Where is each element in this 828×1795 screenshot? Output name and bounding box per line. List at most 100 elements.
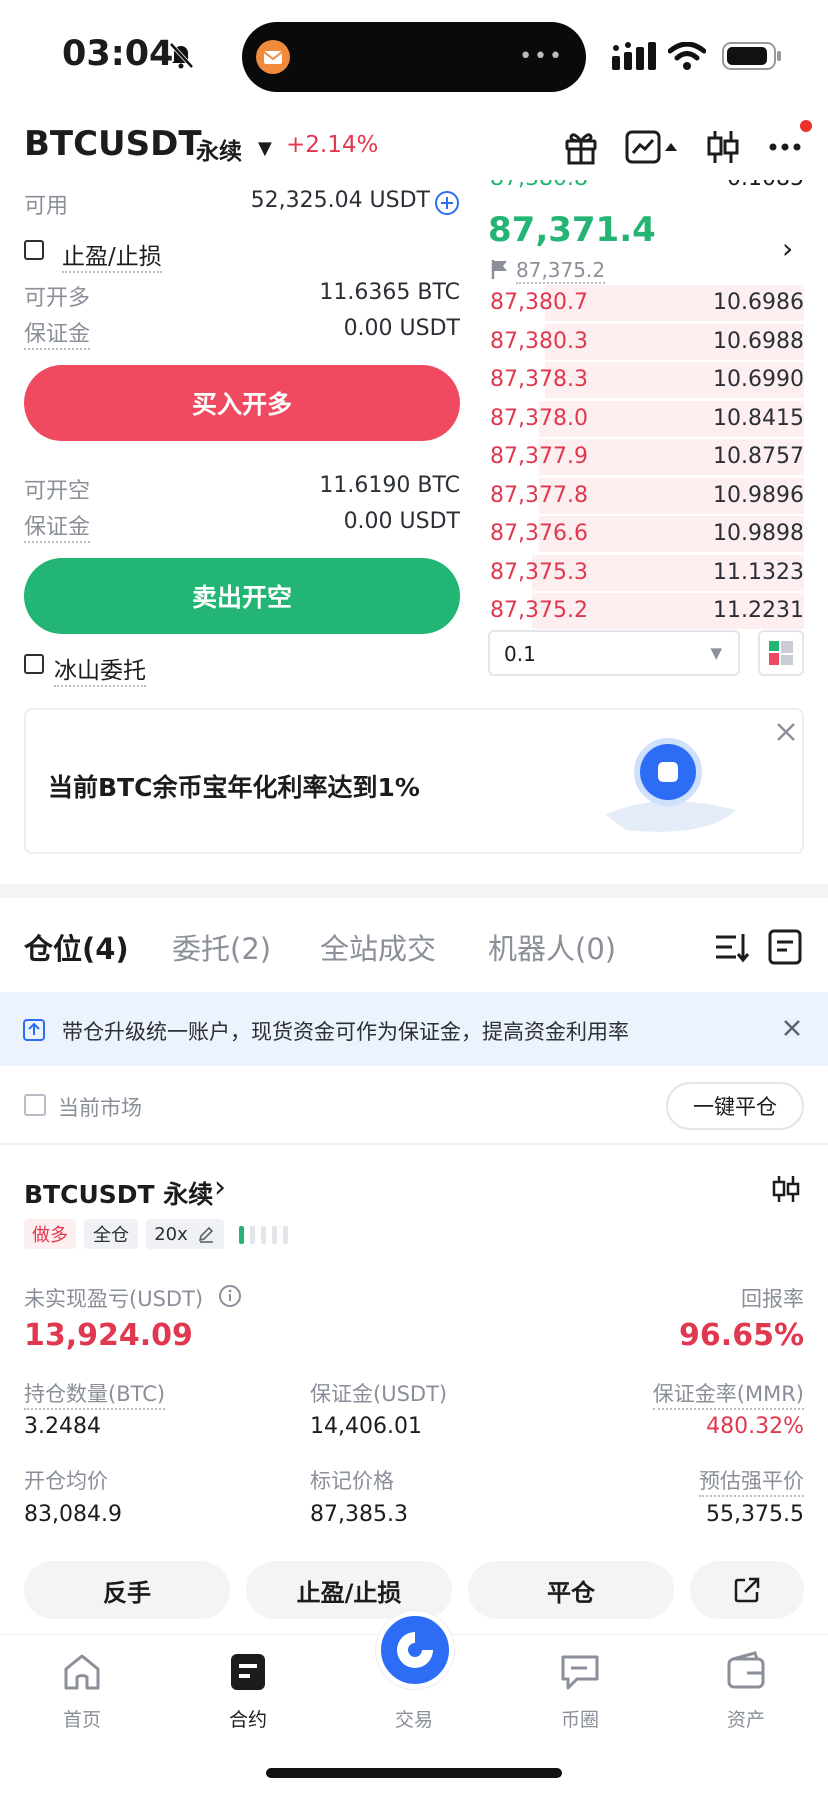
candlestick-icon[interactable] [770, 1173, 802, 1209]
ask-price: 87,375.2 [490, 598, 588, 623]
orderbook-row[interactable]: 87,378.0 10.8415 [488, 400, 804, 438]
row-divider [0, 1143, 828, 1145]
trade-icon [376, 1611, 454, 1689]
section-divider [0, 884, 828, 898]
clipped-qty: 0.1085 [727, 180, 804, 191]
available-value: 52,325.04 USDT [250, 188, 430, 213]
chevron-right-icon[interactable]: › [214, 1170, 226, 1205]
close-all-button[interactable]: 一键平仓 [666, 1082, 804, 1130]
add-funds-icon[interactable] [434, 190, 460, 220]
share-button[interactable] [690, 1561, 804, 1619]
candlestick-icon[interactable] [702, 126, 744, 168]
futures-icon [231, 1654, 265, 1690]
long-max-label: 可开多 [24, 286, 91, 311]
chevron-right-icon[interactable]: › [782, 232, 793, 265]
buy-long-button[interactable]: 买入开多 [24, 365, 460, 441]
orderbook-row[interactable]: 87,377.8 10.9896 [488, 477, 804, 515]
ask-price: 87,377.9 [490, 444, 588, 469]
close-all-label: 一键平仓 [693, 1095, 777, 1119]
close-icon[interactable] [774, 720, 798, 748]
chevron-down-icon[interactable]: ▼ [258, 138, 272, 159]
reverse-button[interactable]: 反手 [24, 1561, 230, 1619]
nav-community-label: 币圈 [560, 1709, 599, 1731]
pnl-value: 13,924.09 [24, 1318, 193, 1353]
ask-qty: 10.8415 [713, 405, 804, 431]
tab-trades[interactable]: 全站成交 [320, 926, 436, 968]
orderbook-row[interactable]: 87,375.3 11.1323 [488, 554, 804, 592]
leverage-value: 20x [154, 1223, 188, 1245]
entry-price-label: 开仓均价 [24, 1469, 108, 1493]
chart-dropdown-icon[interactable] [622, 126, 682, 168]
available-label: 可用 [24, 194, 69, 219]
roe-value: 96.65% [679, 1318, 804, 1353]
orderbook-row[interactable]: 87,380.3 10.6988 [488, 323, 804, 361]
mark-price[interactable]: 87,375.2 [516, 258, 606, 284]
notice-bar[interactable]: 带仓升级统一账户，现货资金可作为保证金，提高资金利用率 [0, 992, 828, 1066]
current-market-label[interactable]: 当前市场 [58, 1092, 142, 1122]
current-market-checkbox[interactable] [24, 1094, 46, 1116]
more-icon[interactable] [764, 126, 806, 168]
long-margin-label: 保证金 [24, 316, 91, 350]
tab-positions[interactable]: 仓位(4) [24, 926, 129, 968]
info-icon[interactable] [218, 1284, 242, 1312]
ask-price: 87,380.3 [490, 328, 588, 354]
status-time: 03:04 [62, 34, 174, 74]
price-change: +2.14% [286, 132, 379, 158]
chat-icon [561, 1655, 599, 1690]
precision-select[interactable]: 0.1 ▼ [488, 630, 740, 676]
nav-assets-label: 资产 [726, 1709, 765, 1731]
ask-price: 87,377.8 [490, 482, 588, 508]
iceberg-checkbox[interactable] [24, 654, 44, 674]
sell-short-button[interactable]: 卖出开空 [24, 558, 460, 634]
ask-qty: 10.8757 [713, 444, 804, 469]
orderbook-row[interactable]: 87,377.9 10.8757 [488, 438, 804, 476]
orderbook-row[interactable]: 87,380.7 10.6986 [488, 284, 804, 322]
side-tag: 做多 [24, 1219, 76, 1249]
tp-sl-checkbox[interactable] [24, 240, 44, 260]
edit-icon [198, 1226, 213, 1243]
ask-price: 87,378.3 [490, 367, 588, 392]
tab-bots[interactable]: 机器人(0) [488, 926, 616, 968]
ask-price: 87,375.3 [490, 559, 588, 585]
gift-icon[interactable] [560, 126, 602, 168]
document-icon[interactable] [766, 928, 804, 970]
mail-app-icon [256, 40, 290, 74]
ask-qty: 10.6986 [713, 290, 804, 315]
nav-assets[interactable]: 资产 [686, 1635, 806, 1731]
promo-banner[interactable]: 当前BTC余币宝年化利率达到1% [24, 708, 804, 854]
short-margin-label: 保证金 [24, 509, 91, 543]
position-symbol[interactable]: BTCUSDT 永续 [24, 1175, 213, 1211]
iceberg-label[interactable]: 冰山委托 [54, 651, 146, 687]
leverage-tag[interactable]: 20x [146, 1219, 224, 1249]
short-margin-value: 0.00 USDT [343, 509, 460, 534]
orderbook-row[interactable]: 87,376.6 10.9898 [488, 515, 804, 553]
size-value: 3.2484 [24, 1414, 101, 1439]
depth-layout-icon[interactable] [758, 630, 804, 676]
long-margin-value: 0.00 USDT [343, 316, 460, 341]
close-icon[interactable] [780, 1016, 804, 1044]
close-position-button[interactable]: 平仓 [468, 1561, 674, 1619]
sort-icon[interactable] [712, 928, 750, 970]
orderbook-row[interactable]: 87,375.2 11.2231 [488, 592, 804, 630]
tp-sl-button[interactable]: 止盈/止损 [246, 1561, 452, 1619]
precision-value: 0.1 [504, 642, 536, 666]
short-max-label: 可开空 [24, 479, 91, 504]
tab-orders[interactable]: 委托(2) [172, 926, 271, 968]
margin-label: 保证金(USDT) [310, 1382, 448, 1406]
tp-sl-label[interactable]: 止盈/止损 [62, 237, 162, 273]
ask-qty: 10.9898 [713, 521, 804, 546]
upgrade-icon [22, 1018, 46, 1046]
nav-futures[interactable]: 合约 [188, 1635, 308, 1731]
ask-qty: 11.1323 [713, 559, 804, 585]
mmr-label: 保证金率(MMR) [652, 1378, 804, 1410]
clipped-price: 87,380.8 [490, 180, 588, 191]
mark-price-value: 87,385.3 [310, 1502, 408, 1527]
nav-home[interactable]: 首页 [22, 1635, 142, 1731]
cellular-signal-icon [612, 42, 658, 74]
contract-type[interactable]: 永续 [196, 132, 242, 166]
nav-trade-label: 交易 [394, 1709, 433, 1731]
nav-community[interactable]: 币圈 [520, 1635, 640, 1731]
margin-value: 14,406.01 [310, 1414, 422, 1439]
symbol-title[interactable]: BTCUSDT [24, 124, 202, 164]
orderbook-row[interactable]: 87,378.3 10.6990 [488, 361, 804, 399]
